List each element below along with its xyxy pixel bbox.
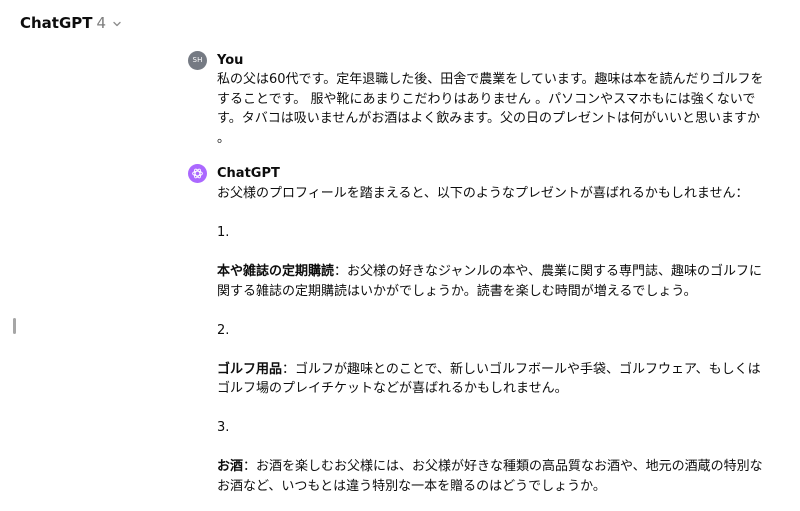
list-item-title: お酒 [217,459,244,474]
model-version: 4 [96,14,107,32]
list-item: 本や雑誌の定期購読：お父様の好きなジャンルの本や、農業に関する専門誌、趣味のゴル… [217,262,768,301]
openai-logo-icon [188,163,207,183]
user-author-row: SH You [188,50,768,70]
list-item: ゴルフ用品：ゴルフが趣味とのことで、新しいゴルフボールや手袋、ゴルフウェア、もし… [217,360,768,399]
list-item-number: 1. [217,225,230,240]
assistant-intro: お父様のプロフィールを踏まえると、以下のようなプレゼントが喜ばれるかもしれません… [217,186,749,201]
list-item-number: 2. [217,322,230,338]
list-item-number: 3. [217,420,230,435]
chat-page: ChatGPT 4 SH You 私の父は60代です。定年退職した後、田舎で農業… [0,0,800,511]
list-item-title: ゴルフ用品 [217,361,283,377]
assistant-message-body: お父様のプロフィールを踏まえると、以下のようなプレゼントが喜ばれるかもしれません… [217,184,768,496]
assistant-message: ChatGPT お父様のプロフィールを踏まえると、以下のようなプレゼントが喜ばれ… [188,163,768,496]
user-message: SH You 私の父は60代です。定年退職した後、田舎で農業をしています。趣味は… [188,50,768,148]
list-item: お酒：お酒を楽しむお父様には、お父様が好きな種類の高品質なお酒や、地元の酒蔵の特… [217,457,768,496]
sidebar-toggle-handle[interactable] [13,318,16,334]
user-message-text: 私の父は60代です。定年退職した後、田舎で農業をしています。趣味は本を読んだりゴ… [217,72,764,146]
model-name: ChatGPT [20,14,93,32]
user-author-name: You [217,52,244,68]
list-item-title: 本や雑誌の定期購読 [217,264,335,279]
list-item-text: ：ゴルフが趣味とのことで、新しいゴルフボールや手袋、ゴルフウェア、もしくはゴルフ… [217,361,761,397]
model-selector[interactable]: ChatGPT 4 [18,12,125,34]
assistant-author-name: ChatGPT [217,165,280,181]
assistant-author-row: ChatGPT [188,163,768,183]
user-avatar: SH [188,50,207,70]
chevron-down-icon [111,18,123,30]
user-message-body: 私の父は60代です。定年退職した後、田舎で農業をしています。趣味は本を読んだりゴ… [217,70,768,148]
list-item-text: ：お酒を楽しむお父様には、お父様が好きな種類の高品質なお酒や、地元の酒蔵の特別な… [217,459,763,494]
